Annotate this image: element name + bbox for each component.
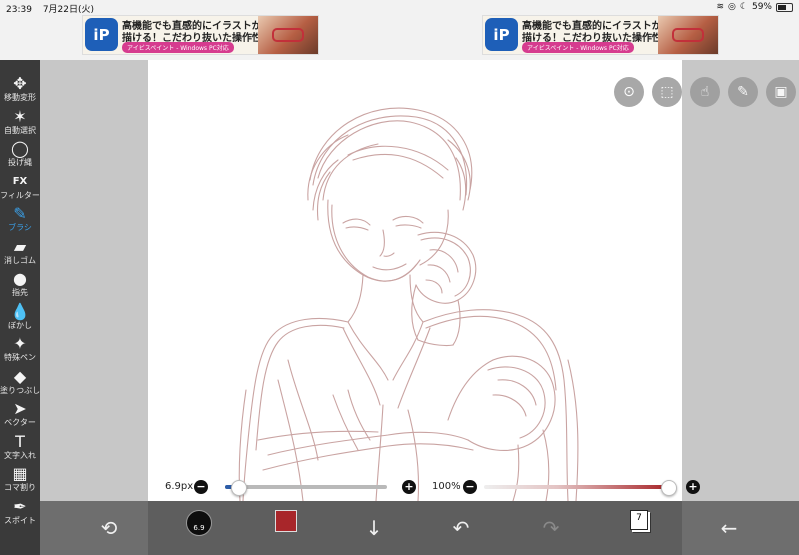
brush-preview-label: 6.9 [193, 524, 205, 532]
download-arrow-icon[interactable]: ↓ [357, 511, 391, 545]
brush-preview-button[interactable]: 6.9 [186, 510, 212, 536]
move-icon: ✥ [13, 74, 27, 93]
selection-icon[interactable]: ⬚ [652, 77, 682, 107]
vector-icon: ➤ [13, 399, 27, 418]
brush-size-track[interactable] [225, 485, 387, 489]
ad-banner: iP 高機能でも直感的にイラストが 描ける！こだわり抜いた操作性！ アイビスペイ… [0, 15, 799, 60]
fill-bucket-icon: ◆ [13, 366, 27, 386]
image-icon[interactable]: ▣ [766, 77, 796, 107]
status-bar: 23:39 7月22日(火) ≋ ◎ ☾ 59% [0, 0, 799, 15]
opacity-increase-button[interactable]: + [686, 480, 700, 494]
tool-label: ぼかし [8, 320, 32, 330]
bottom-toolbar: ⟲ 6.9 ↓ ↶ ↷ 7 ← [40, 501, 799, 555]
tool-label: 投げ縄 [8, 158, 32, 167]
battery-icon [776, 2, 793, 12]
current-color-swatch[interactable] [275, 510, 297, 532]
tool-label: コマ割り [4, 483, 36, 492]
tool-finger[interactable]: ● 指先 [0, 269, 40, 301]
opacity-slider-handle[interactable] [661, 480, 677, 496]
ibis-logo-icon: iP [85, 18, 118, 51]
tool-special-pen[interactable]: ✦ 特殊ペン [0, 334, 40, 366]
tool-vector[interactable]: ➤ ベクター [0, 399, 40, 431]
text-icon: T [15, 431, 25, 451]
tool-sidebar: ✥ 移動変形 ✶ 自動選択 ◯ 投げ縄 FX フィルター ✎ ブラシ ▰ 消しゴム ● 指先 💧 ぼかし ✦ 特殊… [0, 60, 40, 555]
ad-character-image [658, 16, 718, 54]
tool-label: フィルター [0, 190, 40, 200]
bottom-toolbar-center [148, 501, 682, 555]
tool-frame-divider[interactable]: ▦ コマ割り [0, 464, 40, 496]
tool-magic-wand[interactable]: ✶ 自動選択 [0, 107, 40, 139]
ad-tag: アイビスペイント - Windows PC対応 [522, 42, 634, 53]
finger-icon: ● [13, 269, 27, 288]
tool-label: 特殊ペン [4, 353, 36, 362]
fx-icon: FX [12, 175, 28, 187]
tool-lasso[interactable]: ◯ 投げ縄 [0, 139, 40, 171]
layer-count: 7 [636, 513, 642, 523]
frame-divider-icon: ▦ [12, 464, 28, 483]
sketch-drawing [238, 107, 579, 501]
undo-icon[interactable]: ↶ [444, 511, 478, 545]
tool-label: 移動変形 [4, 93, 36, 102]
status-date: 7月22日(火) [42, 5, 95, 15]
tool-label: 指先 [12, 288, 28, 297]
tool-text[interactable]: T 文字入れ [0, 432, 40, 464]
battery-percent: 59% [751, 2, 772, 12]
moon-icon: ☾ [739, 2, 748, 12]
magic-wand-icon: ✶ [13, 106, 27, 126]
drawing-canvas[interactable] [148, 60, 682, 501]
brush-icon: ✎ [13, 204, 27, 223]
brush-size-slider-handle[interactable] [230, 480, 247, 496]
status-time: 23:39 [6, 5, 32, 15]
opacity-track[interactable] [484, 485, 668, 489]
ad-item[interactable]: iP 高機能でも直感的にイラストが 描ける！こだわり抜いた操作性！ アイビスペイ… [82, 15, 319, 55]
tool-label: 消しゴム [4, 255, 36, 265]
ad-item[interactable]: iP 高機能でも直感的にイラストが 描ける！こだわり抜いた操作性！ アイビスペイ… [482, 15, 719, 55]
toggle-icon[interactable]: ⊙ [614, 77, 644, 107]
wifi-icon: ≋ [716, 2, 725, 12]
tool-eraser[interactable]: ▰ 消しゴム [0, 237, 40, 269]
ad-character-image [258, 16, 318, 54]
tool-brush[interactable]: ✎ ブラシ [0, 204, 40, 236]
pencil-icon[interactable]: ✎ [728, 77, 758, 107]
transform-rotate-icon[interactable]: ⟲ [92, 511, 126, 545]
tool-fx[interactable]: FX フィルター [0, 172, 40, 204]
tool-label: 塗りつぶし [0, 385, 41, 395]
brush-size-increase-button[interactable]: + [402, 480, 416, 494]
back-arrow-icon[interactable]: ← [712, 511, 746, 545]
opacity-value: 100% [432, 481, 461, 492]
hand-icon[interactable]: ☝ [690, 77, 720, 107]
lasso-icon: ◯ [11, 139, 29, 158]
brush-size-decrease-button[interactable]: − [194, 480, 208, 494]
tool-label: ベクター [4, 418, 36, 427]
tool-fill-bucket[interactable]: ◆ 塗りつぶし [0, 367, 40, 399]
brush-size-value: 6.9px [165, 481, 194, 492]
brush-slider-bar: 6.9px − + 100% − + [148, 474, 700, 501]
workspace-margin-right[interactable] [682, 60, 799, 501]
eyedropper-icon: ✒ [13, 496, 27, 516]
tool-label: 自動選択 [4, 125, 36, 135]
tool-move[interactable]: ✥ 移動変形 [0, 74, 40, 106]
redo-icon[interactable]: ↷ [534, 511, 568, 545]
ibis-logo-icon: iP [485, 18, 518, 51]
layers-button[interactable]: 7 [630, 510, 648, 530]
tool-label: 文字入れ [4, 450, 36, 460]
tool-eyedropper[interactable]: ✒ スポイト [0, 497, 40, 529]
tool-label: スポイト [4, 515, 36, 525]
tool-blur-drop[interactable]: 💧 ぼかし [0, 302, 40, 334]
special-pen-icon: ✦ [13, 334, 27, 353]
workspace-margin-left[interactable] [40, 60, 148, 501]
eraser-icon: ▰ [13, 236, 27, 256]
opacity-decrease-button[interactable]: − [463, 480, 477, 494]
blur-drop-icon: 💧 [10, 301, 30, 321]
tool-label: ブラシ [8, 223, 32, 232]
ad-tag: アイビスペイント - Windows PC対応 [122, 42, 234, 53]
lock-rotation-icon: ◎ [728, 2, 736, 12]
